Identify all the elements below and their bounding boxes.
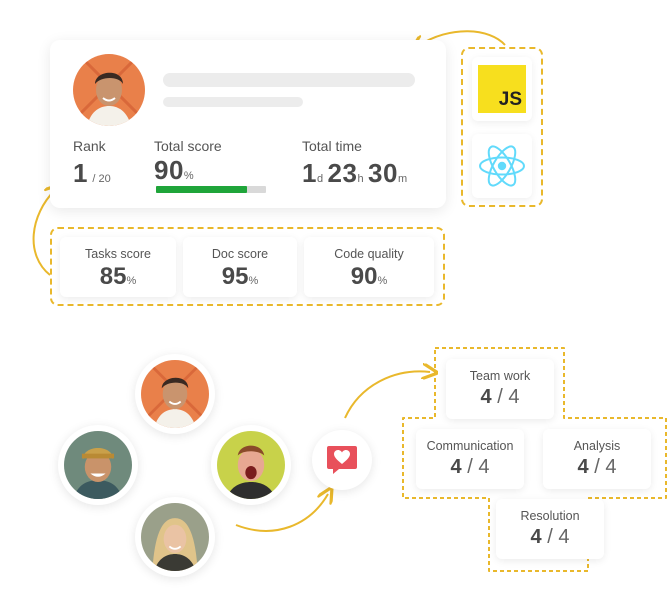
total-time-label: Total time — [302, 138, 362, 154]
skill-team-work-value: 4 / 4 — [446, 386, 554, 409]
total-score-unit: % — [183, 170, 194, 182]
time-hours: 23 — [327, 158, 358, 188]
time-minutes: 30 — [368, 158, 398, 188]
skill-communication-max: / 4 — [467, 456, 490, 478]
tasks-score-card[interactable]: Tasks score 85% — [60, 237, 176, 297]
skill-resolution-max: / 4 — [547, 526, 570, 548]
time-hours-unit: h — [357, 173, 364, 185]
javascript-logo: JS — [478, 65, 526, 113]
candidate-avatar[interactable] — [73, 54, 145, 126]
reviewer-avatar-2[interactable] — [58, 425, 138, 505]
total-score-progress-fill — [156, 186, 248, 193]
doc-score-unit: % — [248, 275, 259, 287]
time-minutes-unit: m — [397, 173, 408, 185]
reviewer-3-face — [217, 431, 285, 499]
tasks-score-label: Tasks score — [85, 247, 151, 261]
reviewer-avatar-4[interactable] — [135, 497, 215, 577]
subtitle-placeholder-bar — [163, 97, 303, 107]
code-quality-value: 90% — [304, 263, 434, 291]
tasks-score-number: 85 — [99, 263, 127, 290]
skill-team-work-score: 4 — [480, 386, 492, 408]
skill-resolution[interactable]: Resolution 4 / 4 — [496, 499, 604, 559]
reviewer-1-face — [141, 360, 209, 428]
avatar-face-image — [73, 54, 145, 126]
skill-communication-value: 4 / 4 — [416, 456, 524, 479]
rank-value: 1 / 20 — [73, 158, 111, 189]
tasks-score-value: 85% — [60, 263, 176, 291]
tech-react[interactable] — [472, 134, 532, 198]
feedback-badge[interactable] — [312, 430, 372, 490]
total-score-label: Total score — [154, 138, 222, 154]
time-days: 1 — [302, 158, 317, 188]
tasks-score-unit: % — [126, 275, 137, 287]
code-quality-unit: % — [377, 275, 388, 287]
reviewer-4-face — [141, 503, 209, 571]
code-quality-number: 90 — [350, 263, 378, 290]
react-icon — [479, 145, 525, 187]
tech-javascript[interactable]: JS — [472, 57, 532, 121]
skill-analysis-label: Analysis — [573, 439, 621, 453]
code-quality-label: Code quality — [334, 247, 404, 261]
javascript-logo-text: JS — [498, 89, 522, 110]
skill-analysis[interactable]: Analysis 4 / 4 — [543, 429, 651, 489]
rank-total: / 20 — [92, 173, 111, 185]
doc-score-value: 95% — [183, 263, 297, 291]
skill-analysis-value: 4 / 4 — [543, 456, 651, 479]
doc-score-card[interactable]: Doc score 95% — [183, 237, 297, 297]
total-score-value: 90% — [154, 155, 194, 186]
skill-team-work-label: Team work — [469, 369, 531, 383]
skill-communication-score: 4 — [450, 456, 462, 478]
code-quality-card[interactable]: Code quality 90% — [304, 237, 434, 297]
skill-resolution-score: 4 — [530, 526, 542, 548]
rank-number: 1 — [73, 158, 88, 188]
reviewer-avatar-1[interactable] — [135, 354, 215, 434]
doc-score-number: 95 — [221, 263, 249, 290]
reviewer-2-face — [64, 431, 132, 499]
skill-analysis-score: 4 — [577, 456, 589, 478]
rank-label: Rank — [73, 138, 106, 154]
total-score-number: 90 — [154, 155, 184, 185]
skill-team-work[interactable]: Team work 4 / 4 — [446, 359, 554, 419]
doc-score-label: Doc score — [211, 247, 269, 261]
skill-analysis-max: / 4 — [594, 456, 617, 478]
total-time-value: 1d 23h 30m — [302, 158, 407, 189]
skill-communication[interactable]: Communication 4 / 4 — [416, 429, 524, 489]
heart-chat-icon — [327, 446, 357, 474]
skill-team-work-max: / 4 — [497, 386, 520, 408]
total-score-progress-bar — [156, 186, 266, 193]
time-days-unit: d — [316, 173, 324, 185]
skill-communication-label: Communication — [426, 439, 514, 453]
name-placeholder-bar — [163, 73, 415, 87]
reviewer-avatar-3[interactable] — [211, 425, 291, 505]
skill-resolution-value: 4 / 4 — [496, 526, 604, 549]
skill-resolution-label: Resolution — [520, 509, 580, 523]
